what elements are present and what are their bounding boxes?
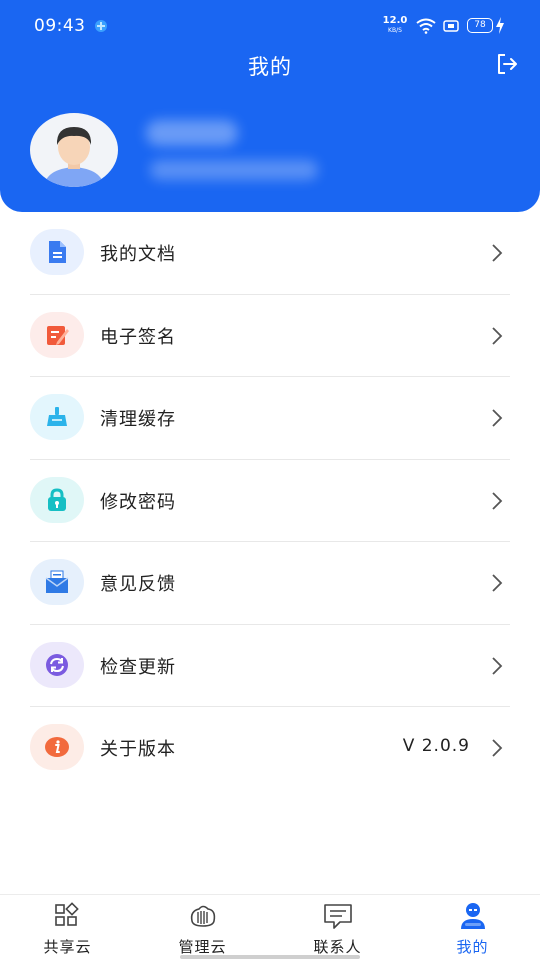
- menu-icon-container: [30, 641, 84, 688]
- nav-tab-mine[interactable]: 我的: [405, 895, 540, 960]
- nav-label: 我的: [456, 938, 489, 956]
- page-title: 我的: [248, 55, 292, 79]
- settings-menu: 我的文档 电子签名 清理缓存 修改密码 意见反馈 检查更新 关于版本 V 2.0…: [0, 212, 540, 790]
- logout-icon[interactable]: [496, 53, 518, 75]
- menu-item-feedback[interactable]: 意见反馈: [0, 542, 540, 625]
- menu-item-change-password[interactable]: 修改密码: [0, 460, 540, 542]
- version-value: V 2.0.9: [402, 736, 470, 756]
- profile-subtitle-blurred: [150, 160, 318, 180]
- cloud-server-icon: [190, 905, 216, 927]
- menu-label: 意见反馈: [100, 574, 176, 595]
- battery-indicator: 78: [467, 18, 493, 33]
- menu-label: 检查更新: [100, 656, 176, 678]
- app-notification-icon: [95, 20, 107, 32]
- bottom-navigation: 共享云 管理云 联系人 我的: [0, 894, 540, 960]
- status-time: 09:43: [34, 16, 86, 36]
- avatar[interactable]: [30, 113, 118, 187]
- menu-icon-container: [30, 229, 84, 275]
- network-speed: 12.0 KB/S: [382, 15, 408, 35]
- menu-label: 清理缓存: [100, 409, 176, 430]
- menu-label: 关于版本: [100, 739, 176, 760]
- document-icon: [49, 241, 66, 263]
- chevron-right-icon: [492, 244, 503, 262]
- chevron-right-icon: [492, 656, 503, 675]
- refresh-icon: [46, 653, 68, 676]
- chevron-right-icon: [492, 739, 503, 757]
- menu-icon-container: [30, 394, 84, 440]
- grid-apps-icon: [55, 902, 79, 926]
- user-avatar-icon: [44, 127, 104, 187]
- nav-tab-management-cloud[interactable]: 管理云: [135, 895, 270, 960]
- charging-icon: [496, 17, 504, 34]
- home-indicator: [180, 955, 360, 959]
- chevron-right-icon: [492, 574, 503, 592]
- profile-header: 09:43 12.0 KB/S 78 我的: [0, 0, 540, 212]
- menu-label: 我的文档: [100, 244, 176, 265]
- menu-item-e-signature[interactable]: 电子签名: [0, 295, 540, 377]
- chevron-right-icon: [492, 326, 503, 345]
- chat-icon: [324, 904, 352, 929]
- nav-label: 联系人: [313, 938, 362, 956]
- menu-icon-container: [30, 559, 84, 605]
- menu-icon-container: [30, 476, 84, 523]
- status-bar: 09:43 12.0 KB/S 78: [0, 0, 540, 52]
- nav-label: 共享云: [43, 938, 92, 956]
- menu-item-check-update[interactable]: 检查更新: [0, 625, 540, 707]
- menu-label: 电子签名: [100, 326, 176, 348]
- profile-name-blurred: [146, 120, 238, 146]
- nav-tab-contacts[interactable]: 联系人: [270, 895, 405, 960]
- wifi-icon: [416, 18, 436, 34]
- info-icon: [45, 737, 69, 757]
- menu-label: 修改密码: [100, 491, 176, 513]
- menu-icon-container: [30, 724, 84, 770]
- person-icon: [461, 903, 485, 929]
- menu-item-about-version[interactable]: 关于版本 V 2.0.9: [0, 707, 540, 790]
- signature-icon: [47, 325, 69, 345]
- menu-icon-container: [30, 311, 84, 358]
- chevron-right-icon: [492, 491, 503, 510]
- menu-item-clear-cache[interactable]: 清理缓存: [0, 377, 540, 460]
- mail-icon: [45, 570, 69, 593]
- broom-icon: [47, 407, 67, 426]
- nav-label: 管理云: [178, 938, 227, 956]
- menu-item-my-documents[interactable]: 我的文档: [0, 212, 540, 295]
- sim-card-icon: [443, 20, 459, 32]
- chevron-right-icon: [492, 409, 503, 427]
- nav-tab-shared-cloud[interactable]: 共享云: [0, 895, 135, 960]
- lock-icon: [48, 487, 66, 511]
